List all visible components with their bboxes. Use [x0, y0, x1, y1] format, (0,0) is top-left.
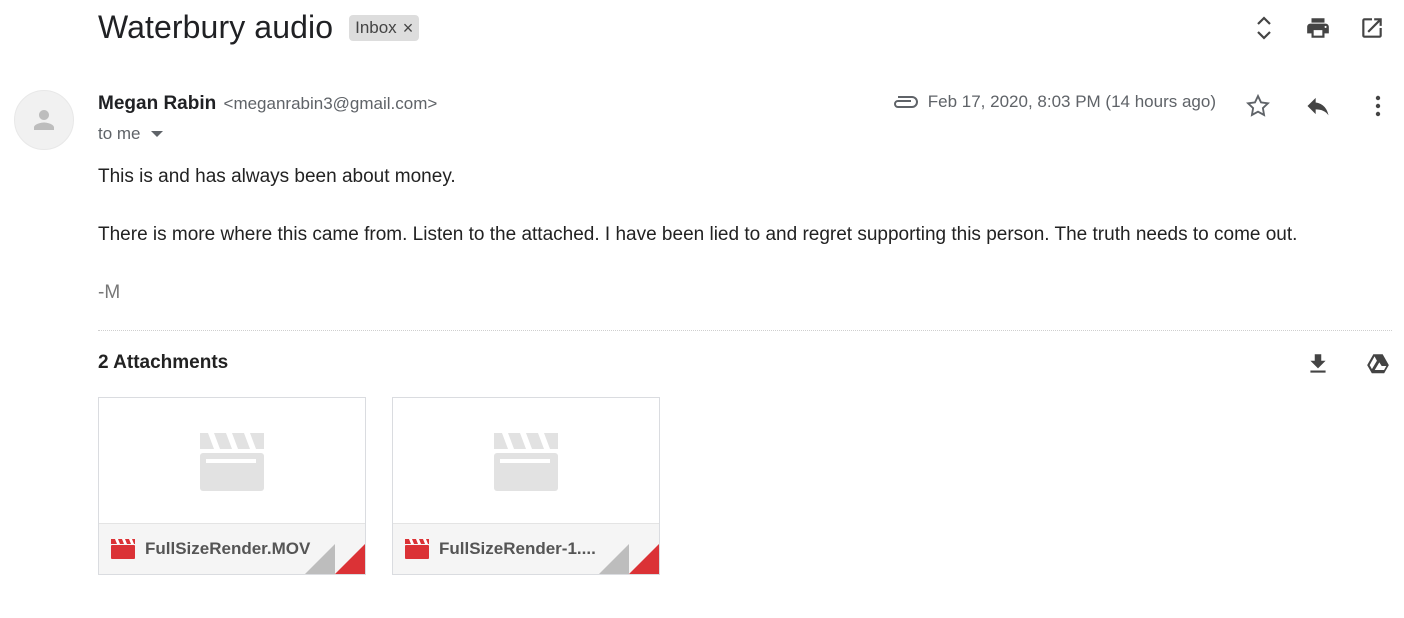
header-actions — [1230, 10, 1392, 46]
attachment-preview — [393, 398, 659, 526]
star-icon[interactable] — [1238, 88, 1278, 124]
remove-label-button[interactable]: × — [403, 19, 414, 37]
video-file-icon — [405, 539, 429, 559]
message-actions — [1218, 88, 1398, 124]
message-timestamp: Feb 17, 2020, 8:03 PM (14 hours ago) — [927, 92, 1216, 111]
label-text: Inbox — [355, 18, 397, 37]
attachments-title: 2 Attachments — [98, 352, 229, 373]
download-all-icon[interactable] — [1298, 346, 1338, 382]
message-meta: Feb 17, 2020, 8:03 PM (14 hours ago) — [890, 92, 1216, 112]
attachment-actions — [1278, 346, 1398, 382]
print-icon[interactable] — [1298, 10, 1338, 46]
file-corner-fold — [599, 544, 659, 574]
attachment-preview — [99, 398, 365, 526]
attachment-card[interactable]: FullSizeRender-1.... — [392, 397, 660, 575]
video-placeholder-icon — [200, 433, 264, 491]
reply-icon[interactable] — [1298, 88, 1338, 124]
expand-collapse-icon[interactable] — [1244, 10, 1284, 46]
show-details-chevron-down-icon[interactable] — [150, 131, 163, 137]
sender-email: <meganrabin3@gmail.com> — [223, 94, 438, 113]
sender-name[interactable]: Megan Rabin — [98, 93, 216, 114]
more-options-icon[interactable] — [1358, 88, 1398, 124]
signature: -M — [98, 282, 121, 303]
video-placeholder-icon — [494, 433, 558, 491]
email-view: Waterbury audio Inbox × Megan Rabin <meg… — [0, 0, 1404, 618]
attachment-card[interactable]: FullSizeRender.MOV — [98, 397, 366, 575]
open-in-new-window-icon[interactable] — [1352, 10, 1392, 46]
recipient-text: to me — [98, 124, 141, 143]
attachment-filename: FullSizeRender-1.... — [439, 539, 596, 558]
save-to-drive-icon[interactable] — [1358, 346, 1398, 382]
inbox-label-chip[interactable]: Inbox × — [349, 15, 420, 41]
message-body: This is and has always been about money.… — [98, 166, 1297, 340]
email-subject: Waterbury audio — [98, 8, 334, 45]
video-file-icon — [111, 539, 135, 559]
attachment-filename: FullSizeRender.MOV — [145, 539, 311, 558]
sender-line: Megan Rabin <meganrabin3@gmail.com> — [98, 93, 437, 115]
body-paragraph: This is and has always been about money. — [98, 166, 456, 187]
body-paragraph: There is more where this came from. List… — [98, 224, 1298, 245]
subject-row: Waterbury audio Inbox × — [98, 6, 420, 48]
sender-avatar[interactable] — [14, 90, 74, 150]
file-corner-fold — [305, 544, 365, 574]
attachment-paperclip-icon — [890, 94, 918, 110]
attachments-divider — [98, 330, 1392, 331]
recipient-line: to me — [98, 124, 163, 144]
